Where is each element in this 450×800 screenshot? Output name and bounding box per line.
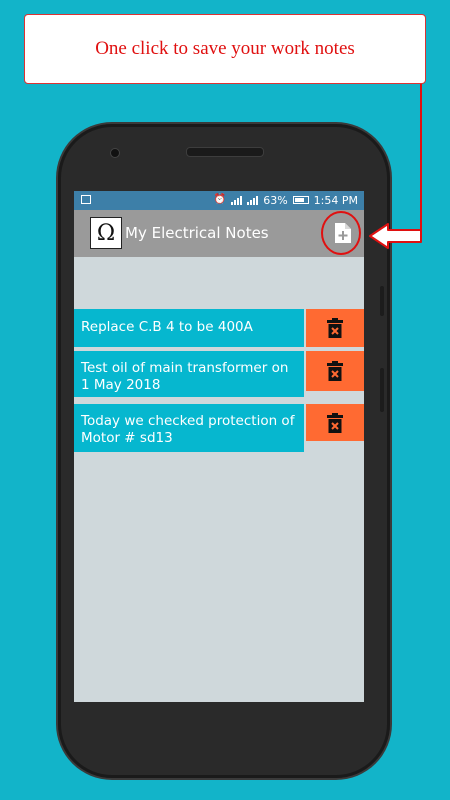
front-camera xyxy=(110,148,120,158)
trash-icon xyxy=(327,412,343,433)
alarm-icon: ⏰ xyxy=(213,194,227,205)
note-text[interactable]: Today we checked protection of Motor # s… xyxy=(74,404,304,452)
note-text[interactable]: Replace C.B 4 to be 400A xyxy=(74,309,304,347)
clock: 1:54 PM xyxy=(313,193,358,207)
note-text[interactable]: Test oil of main transformer on 1 May 20… xyxy=(74,351,304,397)
list-item[interactable]: Replace C.B 4 to be 400A xyxy=(74,309,364,347)
delete-button[interactable] xyxy=(306,404,364,441)
list-item[interactable]: Today we checked protection of Motor # s… xyxy=(74,404,364,452)
pointer-arrow-icon xyxy=(369,223,422,249)
image-icon xyxy=(81,195,91,204)
highlight-ring xyxy=(321,211,361,255)
volume-button xyxy=(380,368,384,412)
status-bar: ⏰ 63% 1:54 PM xyxy=(74,191,364,210)
trash-icon xyxy=(327,318,343,338)
battery-percent: 63% xyxy=(263,193,288,207)
trash-icon xyxy=(327,361,343,381)
list-item[interactable]: Test oil of main transformer on 1 May 20… xyxy=(74,351,364,397)
callout-text: One click to save your work notes xyxy=(95,38,355,59)
wifi-signal-icon xyxy=(231,195,243,205)
cell-signal-icon xyxy=(247,195,259,205)
app-title: My Electrical Notes xyxy=(125,224,269,242)
status-icons: ⏰ 63% 1:54 PM xyxy=(214,193,358,207)
callout-banner: One click to save your work notes xyxy=(24,14,426,84)
app-logo: Ω xyxy=(90,217,122,249)
delete-button[interactable] xyxy=(306,309,364,347)
delete-button[interactable] xyxy=(306,351,364,391)
battery-icon xyxy=(292,196,309,204)
earpiece-speaker xyxy=(186,147,264,157)
power-button xyxy=(380,286,384,316)
phone-screen: ⏰ 63% 1:54 PM Ω My Electrical Notes Repl… xyxy=(74,191,364,702)
